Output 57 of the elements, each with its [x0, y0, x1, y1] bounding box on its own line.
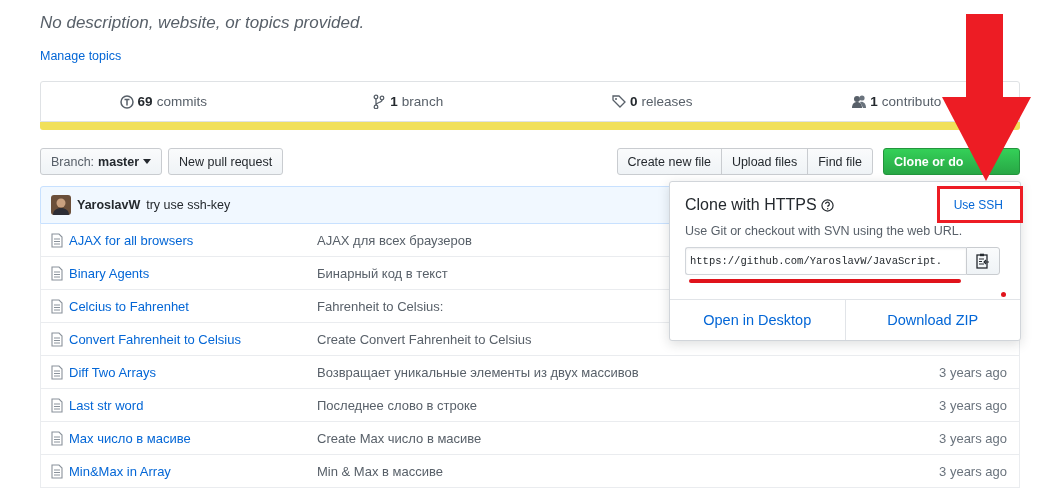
- commit-message: Create Convert Fahrenheit to Celsius: [317, 331, 532, 347]
- branch-dropdown[interactable]: Branch: master: [40, 148, 163, 175]
- stat-link[interactable]: 1 branch: [372, 94, 444, 109]
- stat-link[interactable]: 1 contributo: [852, 94, 942, 109]
- commit-message: Последнее слово в строке: [317, 397, 477, 413]
- file-icon: [51, 298, 63, 314]
- commit-message: Fahrenheit to Celsius:: [317, 298, 444, 314]
- commit-message: try use ssh-key: [146, 198, 231, 212]
- file-link[interactable]: Convert Fahrenheit to Celsius: [69, 331, 317, 347]
- use-ssh-link[interactable]: Use SSH: [953, 198, 1003, 212]
- file-link[interactable]: AJAX for all browsers: [69, 232, 317, 248]
- file-link[interactable]: Max число в масиве: [69, 430, 317, 446]
- new-pull-request-button[interactable]: New pull request: [168, 148, 284, 175]
- help-icon: [820, 198, 834, 212]
- people-icon: [852, 94, 867, 109]
- popup-action-link[interactable]: Open in Desktop: [670, 300, 845, 340]
- popup-title: Clone with HTTPS: [685, 196, 817, 214]
- file-link[interactable]: Celcius to Fahrenhet: [69, 298, 317, 314]
- file-link[interactable]: Min&Max in Array: [69, 463, 317, 479]
- copy-button[interactable]: [966, 247, 1000, 275]
- commit-age: 3 years ago: [939, 397, 1008, 413]
- commit-message: Бинарный код в текст: [317, 265, 448, 281]
- file-icon: [51, 265, 63, 281]
- repo-description: No description, website, or topics provided.: [40, 12, 366, 34]
- commit-age: 3 years ago: [939, 430, 1008, 446]
- annotation-dot: [1001, 292, 1006, 297]
- url-field[interactable]: https://github.com/YaroslavW/JavaScript.: [685, 247, 966, 275]
- file-link[interactable]: Last str word: [69, 397, 317, 413]
- file-icon: [51, 430, 63, 446]
- stat-link[interactable]: 69 commits: [119, 94, 207, 109]
- file-action-button[interactable]: Create new file: [616, 148, 722, 175]
- commit-message: Возвращает уникальные элементы из двух массивов: [317, 364, 639, 380]
- popup-hint: Use Git or checkout with SVN using the web URL.: [685, 224, 964, 238]
- file-link[interactable]: Diff Two Arrays: [69, 364, 317, 380]
- history-icon: [119, 94, 134, 109]
- commit-age: 3 years ago: [939, 364, 1008, 380]
- file-action-button[interactable]: Upload files: [720, 148, 809, 175]
- commit-author[interactable]: YaroslavW: [77, 198, 141, 212]
- tag-icon: [611, 94, 626, 109]
- avatar: [51, 195, 71, 215]
- clipboard-icon: [976, 253, 990, 269]
- file-icon: [51, 364, 63, 380]
- caret-icon: [143, 159, 152, 164]
- commit-message: Create Max число в масиве: [317, 430, 482, 446]
- manage-topics-link[interactable]: Manage topics: [40, 49, 122, 63]
- stat-link[interactable]: 0 releases: [611, 94, 693, 109]
- popup-action-link[interactable]: Download ZIP: [844, 300, 1020, 340]
- file-link[interactable]: Binary Agents: [69, 265, 317, 281]
- commit-age: 3 years ago: [939, 463, 1008, 479]
- file-icon: [51, 331, 63, 347]
- file-action-button[interactable]: Find file: [807, 148, 873, 175]
- commit-message: Min & Max в массиве: [317, 463, 443, 479]
- commit-message: AJAX для всех браузеров: [317, 232, 472, 248]
- file-icon: [51, 463, 63, 479]
- branch-icon: [372, 94, 387, 109]
- file-icon: [51, 232, 63, 248]
- file-icon: [51, 397, 63, 413]
